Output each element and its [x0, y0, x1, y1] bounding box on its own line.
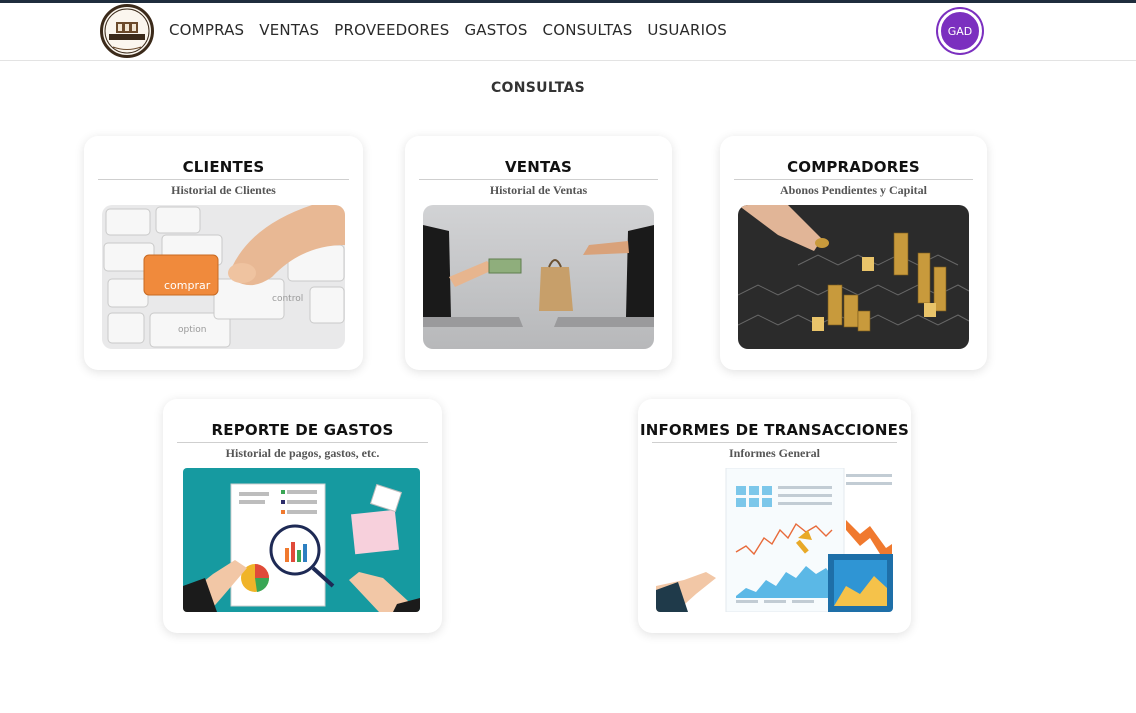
- card-subtitle: Historial de Clientes: [171, 183, 276, 197]
- card-title: CLIENTES: [182, 158, 265, 176]
- navbar: COMPRAS VENTAS PROVEEDORES GASTOS CONSUL…: [0, 3, 1136, 61]
- main-nav: COMPRAS VENTAS PROVEEDORES GASTOS CONSUL…: [167, 21, 734, 39]
- card-informes-transacciones[interactable]: INFORMES DE TRANSACCIONES Informes Gener…: [638, 399, 911, 633]
- card-divider: [419, 179, 658, 180]
- nav-usuarios[interactable]: USUARIOS: [645, 21, 734, 39]
- card-divider: [652, 442, 897, 443]
- logo[interactable]: [100, 4, 154, 58]
- card-title: REPORTE DE GASTOS: [211, 421, 394, 439]
- card-compradores[interactable]: COMPRADORES Abonos Pendientes y Capital: [720, 136, 987, 370]
- card-divider: [177, 442, 428, 443]
- card-subtitle: Informes General: [729, 446, 820, 460]
- laptop-exchange-image: [423, 205, 654, 349]
- keyboard-buy-image: comprar option control: [102, 205, 345, 349]
- coin-stacks-image: [738, 205, 969, 349]
- user-avatar[interactable]: GAD: [938, 9, 982, 53]
- nav-proveedores[interactable]: PROVEEDORES: [332, 21, 456, 39]
- key-label-control: control: [272, 294, 303, 304]
- nav-gastos[interactable]: GASTOS: [462, 21, 534, 39]
- card-subtitle: Abonos Pendientes y Capital: [779, 183, 928, 197]
- key-label-option: option: [178, 325, 206, 335]
- card-title: COMPRADORES: [787, 158, 920, 176]
- card-reporte-gastos[interactable]: REPORTE DE GASTOS Historial de pagos, ga…: [163, 399, 442, 633]
- key-label-comprar: comprar: [164, 279, 211, 292]
- expense-report-image: [183, 468, 420, 612]
- card-ventas[interactable]: VENTAS Historial de Ventas: [405, 136, 672, 370]
- card-subtitle: Historial de Ventas: [489, 183, 588, 197]
- page-title: CONSULTAS: [490, 80, 586, 96]
- card-divider: [98, 179, 349, 180]
- card-title: VENTAS: [504, 158, 573, 176]
- nav-ventas[interactable]: VENTAS: [257, 21, 326, 39]
- nav-consultas[interactable]: CONSULTAS: [541, 21, 640, 39]
- card-subtitle: Historial de pagos, gastos, etc.: [225, 446, 380, 460]
- nav-compras[interactable]: COMPRAS: [167, 21, 251, 39]
- card-divider: [734, 179, 973, 180]
- card-title: INFORMES DE TRANSACCIONES: [639, 421, 910, 439]
- transaction-charts-image: [656, 468, 893, 612]
- logo-emblem-icon: [104, 8, 150, 54]
- card-clientes[interactable]: CLIENTES Historial de Clientes comprar o…: [84, 136, 363, 370]
